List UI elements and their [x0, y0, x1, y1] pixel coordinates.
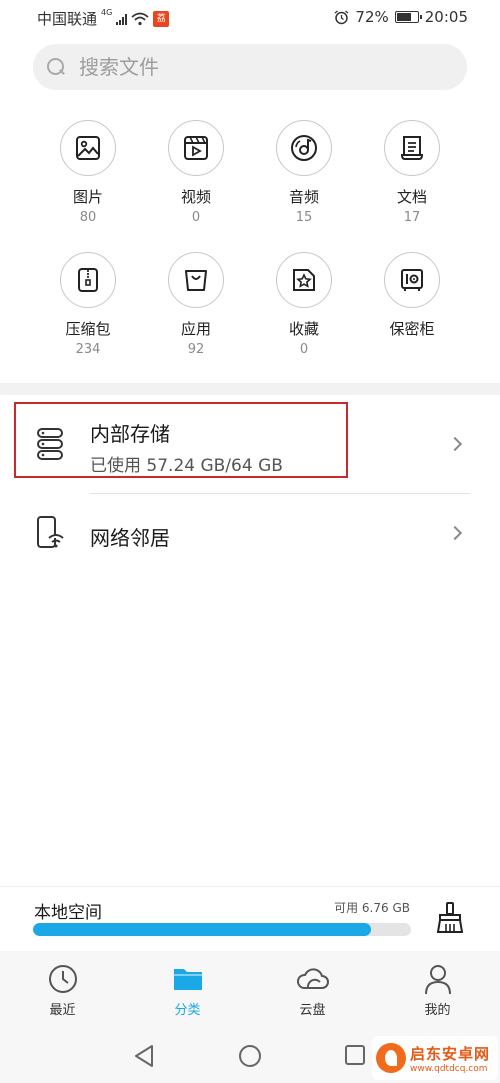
category-label: 视频: [180, 188, 211, 206]
category-label: 图片: [72, 188, 103, 206]
network-neighborhood-title: 网络邻居: [90, 526, 170, 550]
category-videos[interactable]: 视频 0: [142, 120, 250, 238]
search-bar[interactable]: [33, 44, 467, 90]
tab-categories[interactable]: 分类: [125, 951, 250, 1029]
search-input[interactable]: [79, 55, 439, 79]
back-triangle-icon[interactable]: [133, 1044, 155, 1068]
storage-progress-bar: [33, 923, 411, 936]
category-audio[interactable]: 音频 15: [250, 120, 358, 238]
chevron-right-icon: [447, 525, 463, 541]
category-count: 80: [79, 210, 97, 225]
category-label: 应用: [180, 320, 211, 338]
document-icon: [384, 120, 440, 176]
section-divider: [0, 383, 500, 395]
category-count: 0: [191, 210, 201, 225]
tab-mine[interactable]: 我的: [375, 951, 500, 1029]
chevron-right-icon: [447, 436, 463, 452]
local-space-available: 可用 6.76 GB: [334, 901, 410, 915]
category-favorites[interactable]: 收藏 0: [250, 252, 358, 370]
signal-icon: [116, 13, 128, 25]
battery-icon: [394, 11, 422, 23]
category-label: 压缩包: [65, 320, 111, 338]
site-watermark: 启东安卓网 www.qdtdcq.com: [372, 1036, 498, 1080]
category-count: 0: [299, 342, 309, 357]
home-circle-icon[interactable]: [238, 1044, 262, 1068]
tab-label: 分类: [174, 1003, 201, 1018]
category-count: 15: [295, 210, 313, 225]
recents-square-icon[interactable]: [344, 1044, 366, 1066]
carrier-name: 中国联通: [37, 10, 98, 28]
cloud-icon: [296, 968, 329, 989]
tab-label: 我的: [424, 1003, 451, 1018]
watermark-url: www.qdtdcq.com: [410, 1063, 488, 1074]
archive-icon: [60, 252, 116, 308]
category-count: 17: [403, 210, 421, 225]
category-apps[interactable]: 应用 92: [142, 252, 250, 370]
status-left: 中国联通 4G 荔: [37, 8, 170, 29]
wifi-icon: [131, 12, 149, 25]
alarm-icon: [335, 9, 349, 24]
tab-cloud[interactable]: 云盘: [250, 951, 375, 1029]
app-bag-icon: [168, 252, 224, 308]
category-grid: 图片 80 视频 0 音频 15 文档 17 压缩包 234 应用 92 收藏 …: [34, 120, 466, 370]
clock-icon: [48, 965, 77, 993]
tab-label: 最近: [49, 1003, 76, 1018]
bottom-tab-bar: 最近 分类 云盘 我的: [0, 951, 500, 1029]
storage-progress-fill: [33, 923, 371, 936]
category-count: 234: [75, 342, 101, 357]
highlight-annotation: [14, 402, 348, 478]
clock-time: 20:05: [424, 8, 468, 26]
app-notification-icon: 荔: [153, 10, 170, 27]
safe-icon: [384, 252, 440, 308]
favorite-star-icon: [276, 252, 332, 308]
watermark-logo-icon: [376, 1043, 406, 1073]
network-type: 4G: [101, 8, 113, 17]
image-icon: [60, 120, 116, 176]
clean-broom-icon[interactable]: [436, 902, 464, 934]
category-label: 音频: [288, 188, 319, 206]
status-bar: 中国联通 4G 荔 72% 20:05: [0, 0, 500, 34]
status-right: 72% 20:05: [334, 8, 468, 26]
watermark-name: 启东安卓网: [410, 1044, 491, 1063]
tab-recent[interactable]: 最近: [0, 951, 125, 1029]
tab-label: 云盘: [299, 1003, 326, 1018]
network-device-icon: [37, 516, 64, 548]
video-icon: [168, 120, 224, 176]
person-icon: [424, 965, 451, 995]
category-archives[interactable]: 压缩包 234: [34, 252, 142, 370]
battery-percent: 72%: [355, 8, 389, 26]
audio-icon: [276, 120, 332, 176]
category-count: 92: [187, 342, 205, 357]
category-safe[interactable]: 保密柜: [358, 252, 466, 370]
category-documents[interactable]: 文档 17: [358, 120, 466, 238]
divider: [0, 886, 500, 887]
folder-icon: [173, 969, 202, 990]
category-label: 文档: [396, 188, 427, 206]
category-label: 收藏: [288, 320, 319, 338]
network-neighborhood-row[interactable]: 网络邻居: [0, 494, 500, 576]
local-space-title: 本地空间: [34, 903, 102, 923]
category-label: 保密柜: [389, 320, 435, 338]
search-icon: [47, 58, 65, 76]
category-images[interactable]: 图片 80: [34, 120, 142, 238]
